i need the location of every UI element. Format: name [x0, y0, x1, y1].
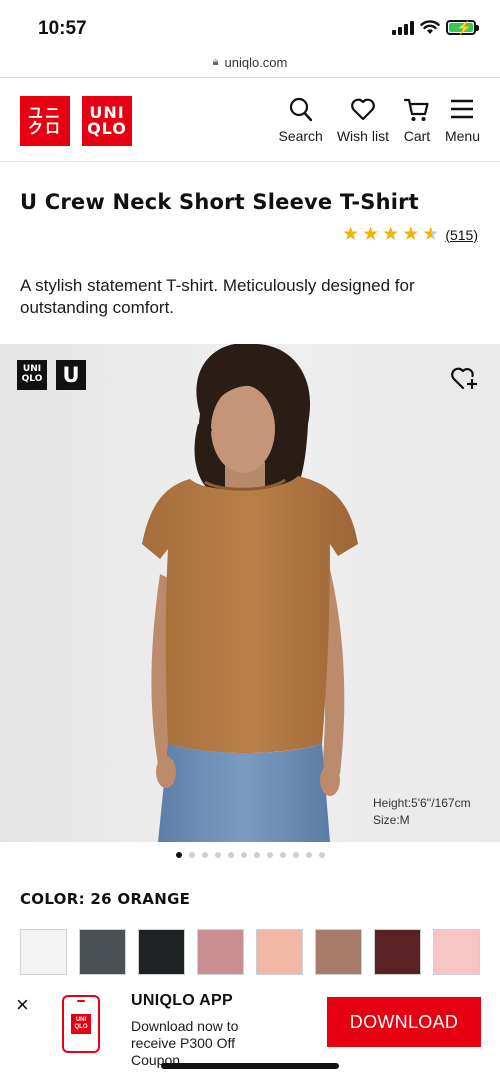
color-swatch[interactable] — [197, 929, 244, 975]
download-button[interactable]: DOWNLOAD — [327, 997, 481, 1047]
color-label: COLOR: 26 ORANGE — [20, 890, 191, 908]
lock-icon: 🔒︎ — [212, 55, 219, 68]
nav-wishlist[interactable]: Wish list — [337, 96, 389, 144]
url-text: uniqlo.com — [224, 54, 288, 70]
app-banner-title: UNIQLO APP — [131, 992, 233, 1009]
carousel-dot[interactable] — [227, 852, 234, 858]
color-swatch[interactable] — [433, 929, 480, 975]
model-size: Size:M — [373, 813, 410, 827]
status-time: 10:57 — [38, 18, 87, 39]
nav-wishlist-label: Wish list — [336, 128, 389, 144]
rating-stars: ★ ★ ★ ★ ★ — [342, 225, 439, 244]
carousel-dots — [0, 852, 500, 858]
nav-menu[interactable]: Menu — [445, 96, 480, 144]
star-icon: ★ — [342, 224, 360, 245]
status-bar: 10:57 ⚡ — [0, 0, 500, 48]
carousel-dot[interactable] — [201, 852, 208, 858]
star-icon: ★ — [362, 224, 380, 245]
carousel-dot[interactable] — [318, 852, 325, 858]
color-swatch[interactable] — [20, 929, 67, 975]
close-banner-button[interactable]: × — [16, 992, 29, 1018]
carousel-dot[interactable] — [305, 852, 312, 858]
site-header: ユニ クロ UNI QLO Search Wish list Cart Menu — [0, 78, 500, 162]
color-swatch[interactable] — [374, 929, 421, 975]
nav-search[interactable]: Search — [278, 96, 323, 144]
search-icon — [289, 97, 312, 122]
color-swatch[interactable] — [315, 929, 362, 975]
carousel-dot[interactable] — [266, 852, 273, 858]
address-bar[interactable]: 🔒︎ uniqlo.com — [0, 48, 500, 76]
wifi-icon — [420, 20, 440, 34]
nav-menu-label: Menu — [444, 128, 480, 144]
nav-cart[interactable]: Cart — [403, 96, 431, 144]
product-photo — [0, 344, 500, 842]
carousel-dot[interactable] — [240, 852, 247, 858]
add-to-wishlist-icon[interactable] — [450, 364, 480, 392]
model-info: Height:5'6''/167cm Size:M — [373, 795, 471, 829]
cart-icon — [403, 98, 429, 121]
battery-icon: ⚡ — [446, 20, 479, 35]
logo-kanji: ユニ クロ — [20, 96, 70, 146]
uniqlo-badge: UNI QLO — [17, 360, 47, 390]
carousel-dot[interactable] — [279, 852, 286, 858]
carousel-dot[interactable] — [253, 852, 260, 858]
color-swatches — [20, 929, 480, 975]
header-nav: Search Wish list Cart Menu — [278, 96, 480, 144]
status-icons: ⚡ — [392, 20, 479, 35]
star-icon: ★ — [382, 224, 400, 245]
carousel-dot[interactable] — [292, 852, 299, 858]
phone-app-icon: UNI QLO — [62, 995, 100, 1053]
product-rating[interactable]: ★ ★ ★ ★ ★ (515) — [342, 225, 478, 244]
carousel-dot[interactable] — [188, 852, 195, 858]
review-count-link[interactable]: (515) — [445, 227, 478, 243]
color-swatch[interactable] — [138, 929, 185, 975]
signal-icon — [392, 20, 414, 35]
product-title: U Crew Neck Short Sleeve T-Shirt — [20, 190, 419, 214]
half-star-icon: ★ — [422, 224, 440, 245]
u-line-badge: U — [56, 360, 86, 390]
color-swatch[interactable] — [256, 929, 303, 975]
carousel-dot[interactable] — [175, 852, 182, 858]
nav-cart-label: Cart — [403, 128, 431, 144]
nav-search-label: Search — [278, 128, 323, 144]
home-indicator — [161, 1063, 339, 1069]
star-icon: ★ — [402, 224, 420, 245]
color-swatch[interactable] — [79, 929, 126, 975]
model-height: Height:5'6''/167cm — [373, 796, 471, 810]
carousel-dot[interactable] — [214, 852, 221, 858]
app-banner-subtitle: Download now to receive P300 Off Coupon — [131, 1018, 239, 1068]
uniqlo-logo[interactable]: ユニ クロ UNI QLO — [20, 96, 132, 146]
menu-icon — [451, 99, 474, 119]
product-image-carousel[interactable]: UNI QLO U Height:5'6''/167cm Size:M — [0, 344, 500, 842]
heart-icon — [351, 98, 375, 121]
logo-latin: UNI QLO — [82, 96, 132, 146]
product-description: A stylish statement T-shirt. Meticulousl… — [20, 276, 415, 317]
